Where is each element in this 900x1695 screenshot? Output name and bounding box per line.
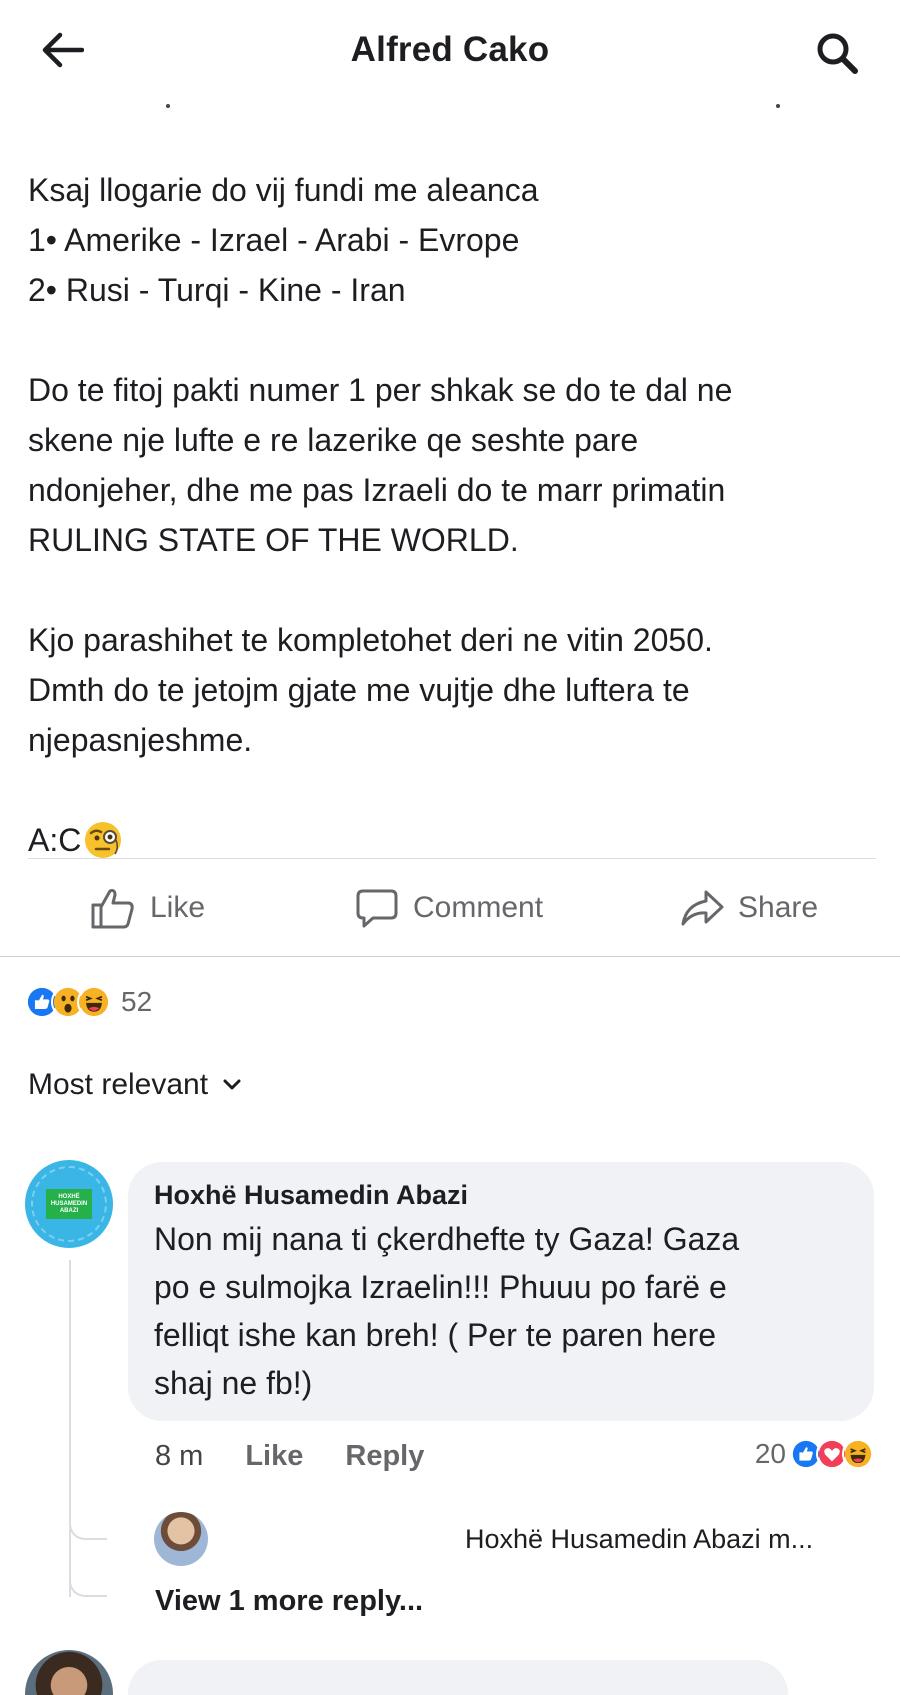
post-line: ndonjeher, dhe me pas Izraeli do te marr…	[28, 472, 726, 508]
thread-connector	[69, 1500, 107, 1540]
post-line: skene nje lufte e re lazerike qe seshte …	[28, 422, 639, 458]
search-button[interactable]	[810, 28, 864, 78]
comment-sort-dropdown[interactable]: Most relevant	[28, 1068, 242, 1102]
comment-reply-button[interactable]: Reply	[345, 1440, 424, 1473]
thumbs-up-icon	[91, 889, 134, 929]
comment-button[interactable]: Comment	[355, 878, 543, 938]
reaction-count: 52	[121, 986, 153, 1017]
comment-time: 8 m	[155, 1440, 204, 1472]
share-arrow-icon	[681, 890, 724, 926]
reactions-summary[interactable]: 52	[25, 985, 152, 1019]
comment-label: Comment	[413, 891, 544, 924]
post-text: Ksaj llogarie do vij fundi me aleanca 1•…	[28, 165, 878, 865]
comment-author[interactable]: Hoxhë Husamedin Abazi	[154, 1180, 848, 1211]
post-line: njepasnjeshme.	[28, 722, 253, 758]
reply-avatar[interactable]	[154, 1512, 208, 1566]
comment-reaction-count: 20	[754, 1438, 786, 1469]
comment-bubble	[128, 1660, 788, 1695]
comment-meta: 8 m Like Reply	[155, 1440, 466, 1473]
comment-like-button[interactable]: Like	[245, 1440, 303, 1473]
view-more-replies-link[interactable]: View 1 more reply...	[155, 1585, 423, 1618]
reply-preview-text[interactable]: Hoxhë Husamedin Abazi m...	[465, 1524, 813, 1555]
chevron-down-icon	[223, 1079, 241, 1090]
haha-reaction-icon	[77, 985, 111, 1019]
post-line: Do te fitoj pakti numer 1 per shkak se d…	[28, 372, 733, 408]
share-button[interactable]: Share	[680, 878, 818, 938]
post-actions: Like Comment Share	[0, 878, 900, 938]
divider-dot	[166, 104, 170, 108]
post-line: Dmth do te jetojm gjate me vujtje dhe lu…	[28, 672, 690, 708]
comment-text: Non mij nana ti çkerdhefte ty Gaza! Gaza…	[154, 1221, 740, 1401]
post-line: 1• Amerike - Izrael - Arabi - Evrope	[28, 222, 520, 258]
like-label: Like	[150, 891, 206, 924]
face-with-monocle-emoji-icon	[85, 822, 122, 858]
post-line: Ksaj llogarie do vij fundi me aleanca	[28, 172, 539, 208]
post-line: Kjo parashihet te kompletohet deri ne vi…	[28, 622, 713, 658]
divider-dot	[776, 104, 780, 108]
top-bar: Alfred Cako	[0, 0, 900, 100]
section-divider	[0, 956, 900, 957]
page-title: Alfred Cako	[350, 30, 550, 69]
like-button[interactable]: Like	[90, 878, 205, 938]
thread-line	[69, 1260, 71, 1597]
comment-reactions[interactable]: 20	[755, 1438, 874, 1470]
speech-bubble-icon	[356, 889, 398, 928]
sort-label: Most relevant	[28, 1068, 209, 1101]
avatar[interactable]: HOXHË HUSAMEDIN ABAZI	[25, 1160, 113, 1248]
share-label: Share	[738, 891, 819, 924]
post-line: 2• Rusi - Turqi - Kine - Iran	[28, 272, 406, 308]
comment-bubble: Hoxhë Husamedin Abazi Non mij nana ti çk…	[128, 1162, 874, 1421]
avatar[interactable]	[25, 1650, 113, 1695]
search-icon	[817, 33, 858, 74]
thread-connector	[69, 1560, 107, 1597]
post-line: RULING STATE OF THE WORLD.	[28, 522, 519, 558]
divider	[28, 858, 876, 859]
haha-reaction-icon	[842, 1438, 874, 1470]
